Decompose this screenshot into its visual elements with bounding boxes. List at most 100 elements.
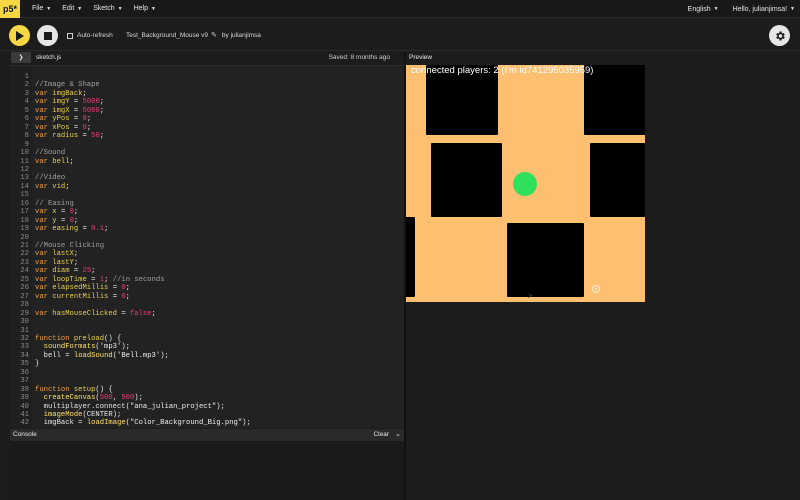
line-number: 40	[20, 402, 29, 411]
code-text: //Mouse Clicking	[35, 242, 105, 250]
chevron-down-icon[interactable]: ⌄	[395, 430, 401, 438]
crosshair-icon	[592, 285, 600, 293]
play-button[interactable]	[9, 25, 30, 46]
line-number: 13	[20, 174, 29, 183]
code-line[interactable]: 41 imageMode(CENTER);	[10, 411, 121, 420]
code-line[interactable]: 2 //Image & Shape	[10, 81, 100, 90]
code-line[interactable]: 10 //Sound	[10, 149, 65, 158]
code-line[interactable]: 11 var bell;	[10, 158, 74, 167]
project-name[interactable]: Test_Background_Mouse v9	[126, 32, 208, 39]
line-number: 12	[20, 165, 29, 174]
code-text: var hasMouseClicked = false;	[35, 309, 156, 318]
code-line[interactable]: 25 var loopTime = 1; //in seconds	[10, 276, 164, 285]
code-line[interactable]: 34 bell = loadSound('Bell.mp3');	[10, 351, 168, 361]
code-line[interactable]: 35}	[10, 360, 39, 369]
line-number: 7	[24, 123, 29, 132]
code-text: //Image & Shape	[35, 81, 100, 90]
console-clear-button[interactable]: Clear	[373, 431, 389, 438]
code-line[interactable]: 12	[10, 166, 35, 175]
code-line[interactable]: 5 var imgX = 5000;	[10, 107, 104, 116]
code-text: var xPos = 0;	[35, 123, 92, 132]
line-number: 30	[20, 318, 29, 327]
code-line[interactable]: 13 //Video	[10, 174, 65, 183]
code-text: multiplayer.connect("ana_julian_project"…	[43, 402, 225, 411]
menu-sketch[interactable]: Sketch ▼	[93, 5, 122, 12]
code-line[interactable]: 14 var vid;	[10, 183, 69, 192]
code-line[interactable]: 4 var imgY = 5000;	[10, 98, 104, 107]
code-line[interactable]: 26 var elapsedMillis = 0;	[10, 284, 130, 293]
p5-logo[interactable]: p5*	[0, 0, 20, 18]
code-line[interactable]: 21 //Mouse Clicking	[10, 242, 104, 251]
editor-header: ❯ sketch.js Saved: 8 months ago	[0, 52, 404, 64]
settings-button[interactable]	[769, 25, 790, 46]
code-line[interactable]: 1	[10, 73, 35, 82]
console-output[interactable]	[10, 441, 404, 500]
code-line[interactable]: 16 // Easing	[10, 200, 73, 209]
menu-help[interactable]: Help ▼	[134, 5, 156, 12]
code-line[interactable]: 40 multiplayer.connect("ana_julian_proje…	[10, 403, 225, 412]
code-line[interactable]: 17 var x = 0;	[10, 208, 78, 217]
code-line[interactable]: 19 var easing = 0.1;	[10, 225, 108, 234]
code-line[interactable]: 36	[10, 369, 35, 378]
code-line[interactable]: 6 var yPos = 0;	[10, 115, 92, 124]
pencil-icon[interactable]: ✎	[211, 31, 217, 39]
console-title: Console	[13, 431, 37, 438]
code-line[interactable]: 28	[10, 301, 35, 310]
line-number: 32	[20, 334, 29, 343]
file-tab-name[interactable]: sketch.js	[36, 54, 61, 61]
connected-players-text: connected players: 2 (I'm id741295035959…	[411, 65, 594, 76]
stop-button[interactable]	[37, 25, 58, 46]
code-text: var x = 0;	[35, 208, 79, 217]
line-number: 9	[24, 140, 29, 149]
code-line[interactable]: 15	[10, 191, 35, 200]
line-number: 34	[20, 351, 29, 360]
menu-edit[interactable]: Edit ▼	[62, 5, 82, 12]
console-header: Console Clear ⌄	[10, 429, 404, 441]
line-number: 22	[20, 250, 29, 259]
play-icon	[16, 30, 24, 41]
code-line[interactable]: 23 var lastY;	[10, 259, 78, 268]
code-line[interactable]: 3 var imgBack;	[10, 90, 87, 99]
code-line[interactable]: 27 var currentMillis = 0;	[10, 293, 130, 302]
code-line[interactable]: 22 var lastX;	[10, 250, 78, 259]
code-line[interactable]: 24 var diam = 25;	[10, 267, 95, 276]
line-number: 26	[20, 284, 29, 293]
code-text: var lastY;	[35, 258, 79, 267]
code-line[interactable]: 33 soundFormats('mp3');	[10, 343, 130, 352]
code-line[interactable]: 8 var radius = 50;	[10, 132, 104, 141]
code-text: imgBack = loadImage("Color_Background_Bi…	[43, 419, 251, 428]
code-line[interactable]: 37	[10, 377, 35, 386]
menu-help-label: Help	[133, 5, 149, 12]
language-menu[interactable]: English ▼	[688, 6, 719, 13]
code-line[interactable]: 30	[10, 318, 35, 327]
code-line[interactable]: 18 var y = 0;	[10, 217, 78, 226]
code-text: var lastX;	[35, 250, 79, 259]
sidebar-toggle-button[interactable]: ❯	[11, 52, 31, 63]
code-editor[interactable]: 1 2 //Image & Shape 3 var imgBack; 4 var imgY …	[10, 65, 404, 428]
line-number: 3	[24, 89, 29, 98]
code-line[interactable]: 38 function setup() {	[10, 386, 112, 395]
code-line[interactable]: 9	[10, 141, 35, 150]
menu-file[interactable]: File ▼	[32, 5, 51, 12]
code-line[interactable]: 39 createCanvas(500, 500);	[10, 394, 143, 403]
user-menu[interactable]: Hello, julianjimsa! ▼	[733, 6, 795, 13]
code-line[interactable]: 32 function preload() {	[10, 335, 121, 344]
code-line[interactable]: 20	[10, 234, 35, 243]
black-tile	[507, 223, 584, 297]
code-text: imageMode(CENTER);	[43, 411, 122, 419]
auto-refresh-toggle[interactable]: Auto-refresh	[67, 32, 113, 39]
menu-file-label: File	[32, 5, 44, 12]
code-line[interactable]: 7 var xPos = 0;	[10, 123, 92, 133]
auto-refresh-checkbox[interactable]	[67, 32, 73, 39]
line-number: 11	[20, 157, 29, 166]
code-text: //Sound	[35, 149, 66, 158]
code-text: soundFormats('mp3');	[43, 343, 130, 352]
code-line[interactable]: 31	[10, 327, 35, 336]
code-line[interactable]: 42 imgBack = loadImage("Color_Background…	[10, 419, 251, 428]
stop-icon	[43, 31, 52, 40]
gear-icon	[775, 31, 785, 40]
line-number: 6	[24, 115, 29, 124]
line-number: 4	[24, 98, 29, 107]
code-line[interactable]: 29 var hasMouseClicked = false;	[10, 310, 156, 319]
preview-canvas[interactable]: ➤ connected players: 2 (I'm id7412950359…	[406, 65, 645, 302]
